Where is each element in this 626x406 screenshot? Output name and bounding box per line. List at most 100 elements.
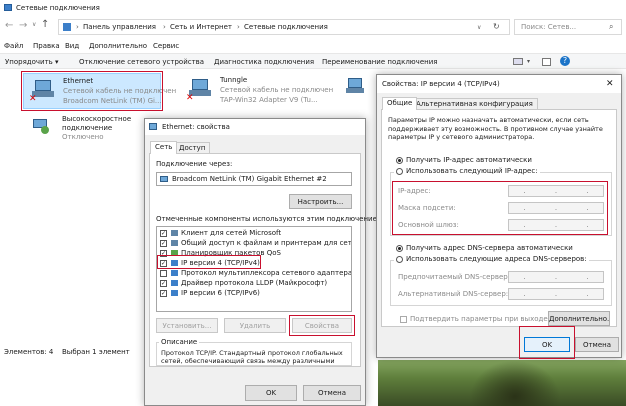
manual-dns-radio-dot[interactable] — [396, 255, 403, 263]
view-options-icon[interactable] — [513, 58, 523, 65]
close-icon[interactable]: ✕ — [606, 79, 614, 89]
ipv4-cancel-button[interactable]: Отмена — [575, 337, 619, 352]
component-label: IP версии 4 (TCP/IPv4) — [181, 259, 260, 267]
auto-ip-radio[interactable]: Получить IP-адрес автоматически — [396, 156, 532, 164]
search-input[interactable]: Поиск: Сетев... — [521, 23, 576, 31]
menu-file[interactable]: Файл — [4, 42, 23, 50]
alternate-dns-field[interactable]: ... — [508, 288, 604, 300]
ethprops-titlebar: Ethernet: свойства — [145, 119, 365, 135]
subnet-mask-field[interactable]: ... — [508, 202, 604, 214]
forward-icon[interactable]: → — [19, 20, 27, 31]
explorer-title: Сетевые подключения — [16, 4, 100, 12]
menu-service[interactable]: Сервис — [153, 42, 179, 50]
component-checkbox[interactable]: ✓ — [160, 239, 167, 247]
component-checkbox[interactable]: ✓ — [160, 279, 167, 287]
ipv4-properties-dialog: Свойства: IP версии 4 (TCP/IPv4) ✕ Общие… — [376, 74, 622, 359]
menu-view[interactable]: Вид — [65, 42, 79, 50]
preferred-dns-field[interactable]: ... — [508, 271, 604, 283]
help-icon[interactable]: ? — [560, 56, 570, 66]
up-icon[interactable]: ↑ — [41, 19, 49, 30]
diagnose-button[interactable]: Диагностика подключения — [214, 58, 314, 66]
manual-ip-label: Использовать следующий IP-адрес: — [406, 167, 538, 175]
menu-edit[interactable]: Правка — [33, 42, 60, 50]
description-label: Описание — [159, 338, 200, 346]
tab-general[interactable]: Общие — [382, 97, 418, 110]
auto-ip-radio-dot[interactable] — [396, 156, 403, 164]
connection-highspeed[interactable]: Высокоскоростное подключение Отключено — [30, 114, 150, 148]
organize-button[interactable]: Упорядочить ▾ — [5, 58, 59, 66]
tunngle-name: Tunngle — [220, 76, 248, 84]
breadcrumb-network-internet[interactable]: Сеть и Интернет — [170, 23, 232, 31]
search-box[interactable]: Поиск: Сетев... ⌕ — [514, 19, 622, 35]
component-label: Планировщик пакетов QoS — [181, 249, 281, 257]
preview-pane-icon[interactable] — [542, 58, 551, 66]
rename-button[interactable]: Переименование подключения — [322, 58, 437, 66]
ethernet-adapter-icon: ✕ — [29, 78, 55, 104]
remove-button[interactable]: Удалить — [224, 318, 286, 333]
component-checkbox[interactable]: ✓ — [160, 259, 167, 267]
advanced-button[interactable]: Дополнительно... — [548, 311, 610, 326]
validate-checkbox[interactable]: Подтвердить параметры при выходе — [400, 315, 548, 323]
address-bar[interactable]: › Панель управления › Сеть и Интернет › … — [58, 19, 510, 35]
tunngle-device: TAP-Win32 Adapter V9 (Tu... — [220, 96, 318, 104]
component-icon — [171, 240, 178, 246]
component-label: Протокол мультиплексора сетевого адаптер… — [181, 269, 352, 277]
component-checkbox[interactable]: ✓ — [160, 289, 167, 297]
list-item[interactable]: ✓ Клиент для сетей Microsoft — [160, 229, 350, 239]
status-selected: Выбран 1 элемент — [62, 348, 130, 356]
manual-ip-radio-dot[interactable] — [396, 167, 403, 175]
address-row: ← → ∨ ↑ › Панель управления › Сеть и Инт… — [0, 16, 626, 38]
explorer-titlebar: Сетевые подключения — [0, 0, 626, 16]
highspeed-name-1: Высокоскоростное — [62, 115, 132, 123]
list-item[interactable]: ✓ IP версии 6 (TCP/IPv6) — [160, 289, 350, 299]
ethprops-cancel-button[interactable]: Отмена — [303, 385, 361, 401]
list-item[interactable]: ✓ Планировщик пакетов QoS — [160, 249, 350, 259]
address-sep-icon: › — [76, 23, 79, 31]
component-icon — [171, 290, 178, 296]
list-item[interactable]: ✓ IP версии 4 (TCP/IPv4) — [160, 259, 350, 269]
component-label: Клиент для сетей Microsoft — [181, 229, 282, 237]
connection-ethernet[interactable]: ✕ Ethernet Сетевой кабель не подключен B… — [23, 73, 176, 109]
gateway-label: Основной шлюз: — [398, 221, 459, 229]
component-icon — [171, 250, 178, 256]
auto-dns-radio[interactable]: Получить адрес DNS-сервера автоматически — [396, 244, 573, 252]
component-checkbox[interactable] — [160, 269, 167, 277]
install-button[interactable]: Установить... — [156, 318, 218, 333]
manual-ip-radio[interactable]: Использовать следующий IP-адрес: — [394, 167, 540, 175]
configure-button[interactable]: Настроить... — [289, 194, 352, 209]
alternate-dns-label: Альтернативный DNS-сервер: — [398, 290, 509, 298]
component-checkbox[interactable]: ✓ — [160, 229, 167, 237]
refresh-icon[interactable]: ↻ — [493, 22, 500, 31]
list-item[interactable]: ✓ Драйвер протокола LLDP (Майкрософт) — [160, 279, 350, 289]
address-dropdown-icon[interactable]: ∨ — [477, 24, 481, 31]
connection-tunngle[interactable]: ✕ Tunngle Сетевой кабель не подключен TA… — [184, 73, 334, 109]
breadcrumb-network-connections[interactable]: Сетевые подключения — [244, 23, 328, 31]
menu-advanced[interactable]: Дополнительно — [89, 42, 147, 50]
connection-other-icon[interactable] — [346, 78, 366, 100]
disable-device-button[interactable]: Отключение сетевого устройства — [79, 58, 204, 66]
ethernet-status: Сетевой кабель не подключен — [63, 87, 177, 95]
tab-network[interactable]: Сеть — [150, 141, 178, 154]
gateway-field[interactable]: ... — [508, 219, 604, 231]
list-item[interactable]: ✓ Общий доступ к файлам и принтерам для с… — [160, 239, 351, 249]
back-icon[interactable]: ← — [5, 20, 13, 31]
auto-dns-label: Получить адрес DNS-сервера автоматически — [406, 244, 573, 252]
properties-button[interactable]: Свойства — [292, 318, 352, 333]
breadcrumb-control-panel[interactable]: Панель управления — [83, 23, 156, 31]
modem-icon — [30, 116, 50, 136]
component-checkbox[interactable]: ✓ — [160, 249, 167, 257]
component-icon — [171, 260, 178, 266]
address-sep-icon: › — [237, 23, 240, 31]
validate-checkbox-box[interactable] — [400, 315, 407, 323]
ip-address-field[interactable]: ... — [508, 185, 604, 197]
ipv4-tab-panel: Параметры IP можно назначать автоматичес… — [381, 109, 617, 327]
ipv4-ok-button[interactable]: OK — [524, 337, 570, 352]
manual-dns-radio[interactable]: Использовать следующие адреса DNS-сервер… — [394, 255, 589, 263]
view-dropdown-icon[interactable]: ▾ — [527, 58, 530, 65]
auto-dns-radio-dot[interactable] — [396, 244, 403, 252]
ethprops-ok-button[interactable]: OK — [245, 385, 297, 401]
list-item[interactable]: Протокол мультиплексора сетевого адаптер… — [160, 269, 352, 279]
tunngle-status: Сетевой кабель не подключен — [220, 86, 334, 94]
ethernet-name: Ethernet — [63, 77, 94, 85]
recent-chevron-icon[interactable]: ∨ — [32, 21, 36, 28]
